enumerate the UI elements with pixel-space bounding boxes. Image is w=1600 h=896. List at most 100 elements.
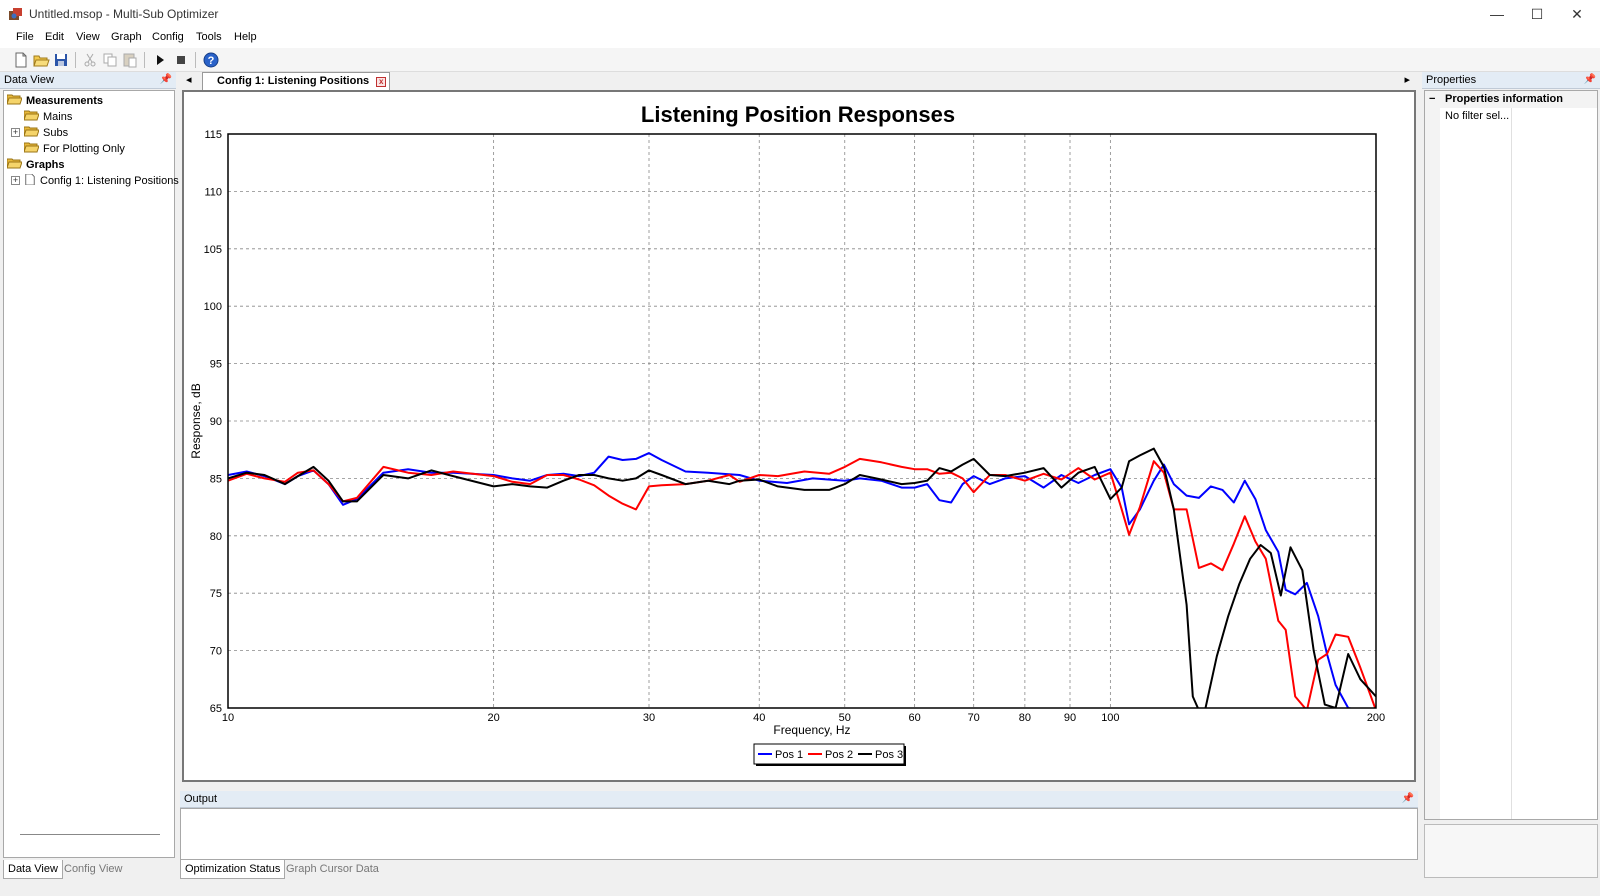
property-description [1424, 824, 1598, 878]
pin-icon[interactable]: 📌 [1584, 72, 1596, 88]
y-axis-label: Response, dB [189, 383, 203, 458]
x-tick-label: 200 [1367, 712, 1385, 724]
pin-icon[interactable]: 📌 [1402, 791, 1414, 807]
output-title: Output [184, 793, 218, 805]
paste-icon[interactable] [121, 51, 139, 69]
y-tick-label: 85 [210, 473, 222, 485]
collapse-section-icon[interactable]: − [1429, 91, 1435, 107]
menu-tools[interactable]: Tools [196, 31, 222, 43]
play-icon[interactable] [151, 51, 169, 69]
menu-file[interactable]: File [16, 31, 34, 43]
y-tick-label: 115 [204, 129, 222, 141]
menu-help[interactable]: Help [234, 31, 257, 43]
tab-scroll-right-icon[interactable]: ▸ [1404, 73, 1410, 86]
tab-config-view[interactable]: Config View [60, 860, 127, 879]
tree-item-graphs[interactable]: Graphs [7, 157, 65, 173]
copy-icon[interactable] [101, 51, 119, 69]
horizontal-scrollbar[interactable] [20, 834, 160, 835]
app-window: Untitled.msop - Multi-Sub Optimizer — ☐ … [0, 0, 1600, 896]
close-button[interactable]: ✕ [1554, 0, 1600, 28]
open-folder-icon[interactable] [32, 51, 50, 69]
x-axis-label: Frequency, Hz [773, 723, 850, 737]
property-value[interactable]: No filter sel... [1445, 108, 1509, 125]
property-divider [1511, 108, 1512, 819]
chart-grid [228, 134, 1376, 708]
menu-graph[interactable]: Graph [111, 31, 142, 43]
help-icon[interactable]: ? [202, 51, 220, 69]
x-tick-label: 60 [908, 712, 920, 724]
folder-icon [24, 126, 39, 137]
x-tick-label: 40 [753, 712, 765, 724]
data-view-header: Data View 📌 [0, 72, 176, 89]
x-tick-label: 90 [1064, 712, 1076, 724]
app-icon [9, 8, 22, 20]
toolbar-separator [144, 52, 145, 68]
folder-open-icon [7, 158, 22, 169]
x-tick-label: 20 [487, 712, 499, 724]
tree-item-subs[interactable]: Subs [24, 125, 68, 141]
y-tick-label: 80 [210, 531, 222, 543]
y-tick-label: 95 [210, 359, 222, 371]
document-icon [25, 174, 35, 185]
tree-item-label: Measurements [26, 95, 104, 107]
x-tick-label: 10 [222, 712, 234, 724]
y-tick-label: 75 [210, 588, 222, 600]
menu-edit[interactable]: Edit [45, 31, 64, 43]
folder-open-icon [7, 94, 22, 105]
series-line-pos-1 [228, 452, 1354, 708]
output-header: Output 📌 [180, 791, 1418, 808]
y-tick-label: 105 [204, 244, 222, 256]
tab-data-view[interactable]: Data View [3, 860, 63, 879]
close-tab-icon[interactable]: x [376, 77, 387, 87]
tree-item-mains[interactable]: Mains [24, 109, 72, 125]
tab-graph-cursor-data[interactable]: Graph Cursor Data [282, 860, 383, 879]
tab-scroll-left-icon[interactable]: ◂ [186, 73, 192, 86]
tab-optimization-status[interactable]: Optimization Status [180, 860, 286, 879]
menu-view[interactable]: View [76, 31, 100, 43]
data-view-title: Data View [4, 74, 54, 86]
cut-icon[interactable] [81, 51, 99, 69]
chart-legend: Pos 1 Pos 2 Pos 3 [753, 743, 906, 766]
properties-title: Properties [1426, 74, 1477, 86]
title-bar: Untitled.msop - Multi-Sub Optimizer — ☐ … [0, 0, 1600, 28]
plot-area [227, 133, 1377, 709]
properties-section-label: Properties information [1445, 93, 1563, 105]
tree-item-config-1[interactable]: Config 1: Listening Positions [24, 173, 179, 189]
save-icon[interactable] [52, 51, 70, 69]
legend-label-pos-3: Pos 3 [875, 749, 903, 761]
tree-item-plotting-only[interactable]: For Plotting Only [24, 141, 125, 157]
toolbar-separator [75, 52, 76, 68]
toolbar: ? [0, 48, 1600, 72]
properties-header: Properties 📌 [1422, 72, 1600, 89]
series-line-pos-3 [228, 447, 1376, 708]
response-chart[interactable]: Listening Position Responses 65 70 75 80 85 9… [184, 92, 1414, 780]
window-title: Untitled.msop - Multi-Sub Optimizer [29, 7, 219, 21]
properties-grid: − Properties information No filter sel..… [1424, 90, 1598, 820]
menu-config[interactable]: Config [152, 31, 184, 43]
y-tick-label: 70 [210, 646, 222, 658]
property-gutter [1425, 108, 1440, 819]
tree-item-measurements[interactable]: Measurements [7, 93, 103, 109]
expand-subs-icon[interactable]: + [11, 128, 20, 137]
x-tick-label: 30 [643, 712, 655, 724]
x-tick-label: 80 [1019, 712, 1031, 724]
legend-label-pos-1: Pos 1 [775, 749, 803, 761]
y-tick-label: 90 [210, 416, 222, 428]
tree-item-label: Graphs [26, 159, 65, 171]
x-tick-label: 100 [1101, 712, 1119, 724]
y-tick-label: 100 [204, 301, 222, 313]
tree-item-label: Mains [43, 111, 73, 123]
y-tick-label: 65 [210, 703, 222, 715]
expand-config-icon[interactable]: + [11, 176, 20, 185]
tab-config-1[interactable]: Config 1: Listening Positions x [202, 72, 391, 90]
chart-series [228, 447, 1376, 708]
tree-item-label: Subs [43, 127, 69, 139]
folder-icon [24, 142, 39, 153]
stop-icon[interactable] [172, 51, 190, 69]
properties-section[interactable]: − Properties information [1425, 91, 1597, 108]
new-file-icon[interactable] [12, 51, 30, 69]
pin-icon[interactable]: 📌 [160, 72, 172, 88]
graph-panel: Listening Position Responses 65 70 75 80 85 9… [182, 90, 1416, 782]
svg-text:?: ? [208, 55, 215, 67]
output-body [180, 808, 1418, 860]
